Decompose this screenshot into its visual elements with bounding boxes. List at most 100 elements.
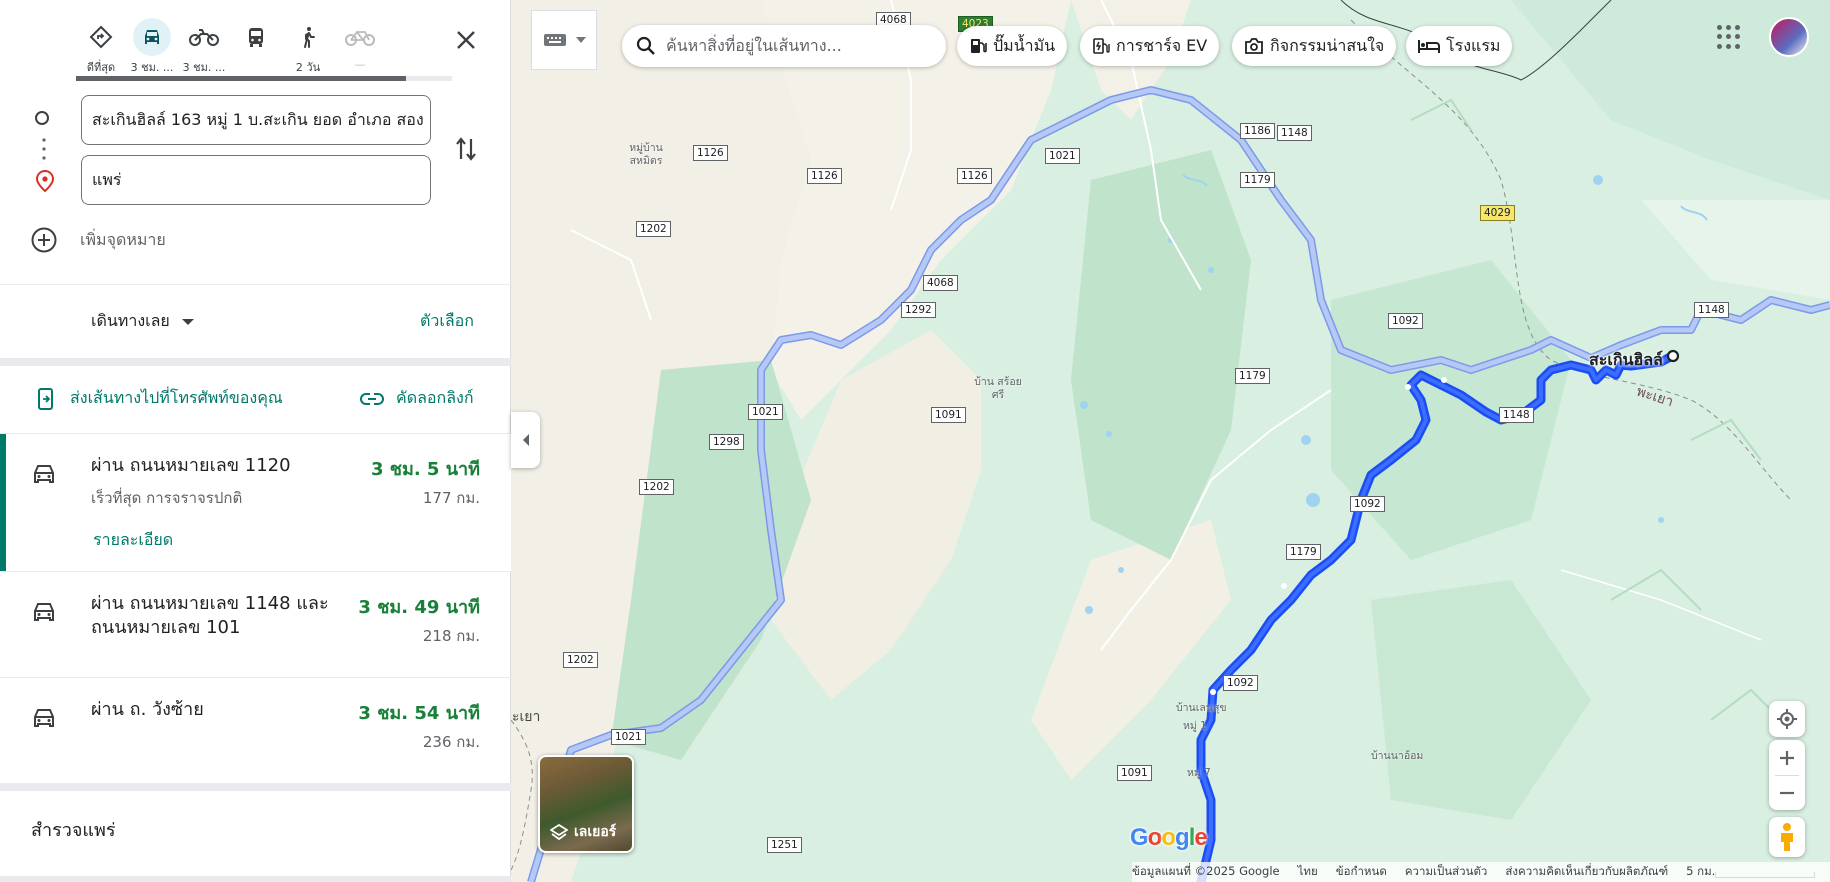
route-details-button[interactable]: รายละเอียด [93,528,173,553]
send-to-phone-button[interactable]: ส่งเส้นทางไปที่โทรศัพท์ของคุณ [36,386,283,411]
province-label: ะเยา [512,709,541,725]
close-icon [457,31,475,49]
chevron-down-icon [575,37,586,43]
chip-label: โรงแรม [1446,35,1501,55]
account-avatar[interactable] [1769,17,1809,57]
route-name: ผ่าน ถนนหมายเลข 1120 [91,455,291,476]
chip-hotels[interactable]: โรงแรม [1406,26,1513,66]
zoom-in-button[interactable] [1769,740,1805,775]
route-duration: 3 ชม. 5 นาที [370,459,480,480]
road-shield: 1292 [901,302,936,318]
street-view-pegman[interactable] [1769,817,1805,857]
mode-cycling[interactable]: — [334,18,386,78]
close-directions-button[interactable] [450,24,482,56]
chevron-down-icon [181,318,194,325]
road-shield: 1179 [1235,368,1270,384]
chip-gas-station[interactable]: ปั๊มน้ำมัน [957,26,1068,66]
road-shield: 1179 [1240,172,1275,188]
bus-icon [237,18,275,56]
route-option[interactable]: ผ่าน ถนนหมายเลข 1148 และ ถนนหมายเลข 101 … [0,572,511,677]
directions-panel: ดีที่สุด 3 ชม. ... 3 ชม. ... 2 วัน — สะเ… [0,0,511,882]
motorcycle-icon [185,18,223,56]
mode-walking[interactable]: 2 วัน [282,18,334,78]
camera-icon [1245,38,1263,54]
my-location-icon [1777,709,1797,729]
place-label: หมู่บ้าน สหมิตร [629,142,663,167]
road-shield: 1126 [957,168,992,184]
place-label: บ้าน สร้อยศรี [974,376,1022,401]
gas-station-icon [971,39,987,53]
road-shield: 1298 [709,434,744,450]
my-location-button[interactable] [1769,701,1805,737]
input-tools-button[interactable] [531,10,597,70]
explore-destination-heading: สำรวจแพร่ [31,820,116,841]
privacy-link[interactable]: ความเป็นส่วนตัว [1405,863,1488,881]
terms-link[interactable]: ข้อกำหนด [1336,863,1387,881]
destination-input[interactable]: แพร่ [81,155,431,205]
collapse-panel-button[interactable] [511,412,540,468]
car-icon [34,603,54,621]
chip-attractions[interactable]: กิจกรรมน่าสนใจ [1232,26,1397,66]
road-shield: 4068 [923,275,958,291]
origin-input[interactable]: สะเกินฮิลล์ 163 หมู่ 1 บ.สะเกิน ยอด อำเภ… [81,95,431,145]
route-traffic-note: เร็วที่สุด การจราจรปกติ [91,489,243,507]
chevron-left-icon [522,434,529,446]
options-button[interactable]: ตัวเลือก [420,309,474,334]
chip-label: ปั๊มน้ำมัน [993,35,1056,55]
map-data-copyright: ข้อมูลแผนที่ ©2025 Google [1132,864,1280,878]
mode-driving[interactable]: 3 ชม. ... [126,18,178,78]
route-dots-icon [42,138,46,160]
zoom-controls [1769,740,1805,810]
swap-waypoints-button[interactable] [451,132,481,166]
feedback-link[interactable]: ส่งความคิดเห็นเกี่ยวกับผลิตภัณฑ์ [1505,863,1668,881]
map-canvas[interactable]: 4068 4023 1126 1126 1126 1021 1186 1148 … [511,0,1830,882]
add-circle-icon [31,227,57,253]
scale-label[interactable]: 5 กม. [1686,863,1715,881]
chip-label: กิจกรรมน่าสนใจ [1270,35,1385,55]
mode-motorcycle[interactable]: 3 ชม. ... [178,18,230,78]
origin-marker[interactable] [1666,349,1680,363]
road-shield: 1148 [1277,125,1312,141]
route-duration: 3 ชม. 54 นาที [358,703,480,724]
divider [0,358,511,366]
pegman-icon [1781,823,1793,851]
layers-button[interactable]: เลเยอร์ [538,755,634,853]
road-shield: 1251 [767,837,802,853]
google-logo: Google [1130,824,1208,851]
road-shield: 1092 [1350,496,1385,512]
road-shield: 1092 [1223,675,1258,691]
place-label: บ้านนาอ้อม [1371,750,1424,762]
copy-link-button[interactable]: คัดลอกลิงก์ [360,386,474,411]
place-label: หมู่ 1 [1183,720,1207,732]
send-to-phone-icon [38,387,53,410]
divider [0,876,511,882]
mode-best[interactable]: ดีที่สุด [75,18,127,78]
mode-transit[interactable] [230,18,282,78]
walking-icon [289,18,327,56]
mode-scroll-indicator[interactable] [76,76,452,81]
chip-ev-charging[interactable]: การชาร์จ EV [1080,26,1220,66]
route-option[interactable]: ผ่าน ถ. วังซ้าย 3 ชม. 54 นาที 236 กม. [0,678,511,783]
depart-time-dropdown[interactable]: เดินทางเลย [91,309,194,334]
mode-walking-label: 2 วัน [295,61,321,74]
destination-map-label[interactable]: สะเกินฮิลล์ [1589,348,1663,373]
google-apps-button[interactable] [1714,22,1744,52]
add-destination-button[interactable]: เพิ่มจุดหมาย [30,226,166,254]
road-shield: 1148 [1499,407,1534,423]
route-option[interactable]: ผ่าน ถนนหมายเลข 1120 3 ชม. 5 นาที เร็วที… [0,434,511,571]
zoom-out-button[interactable] [1769,775,1805,810]
route-distance: 177 กม. [422,489,480,507]
bicycle-icon [341,18,379,56]
car-icon [34,709,54,727]
keyboard-icon [543,34,566,46]
road-shield: 1021 [748,404,783,420]
road-shield: 1148 [1694,302,1729,318]
mode-best-label: ดีที่สุด [86,61,116,74]
car-icon [34,465,54,483]
destination-pin-icon [35,170,55,192]
road-shield: 1092 [1388,313,1423,329]
search-placeholder: ค้นหาสิ่งที่อยู่ในเส้นทาง... [666,35,842,55]
add-destination-label: เพิ่มจุดหมาย [80,229,166,249]
region-link[interactable]: ไทย [1298,863,1318,881]
search-along-route-input[interactable]: ค้นหาสิ่งที่อยู่ในเส้นทาง... [622,25,946,67]
